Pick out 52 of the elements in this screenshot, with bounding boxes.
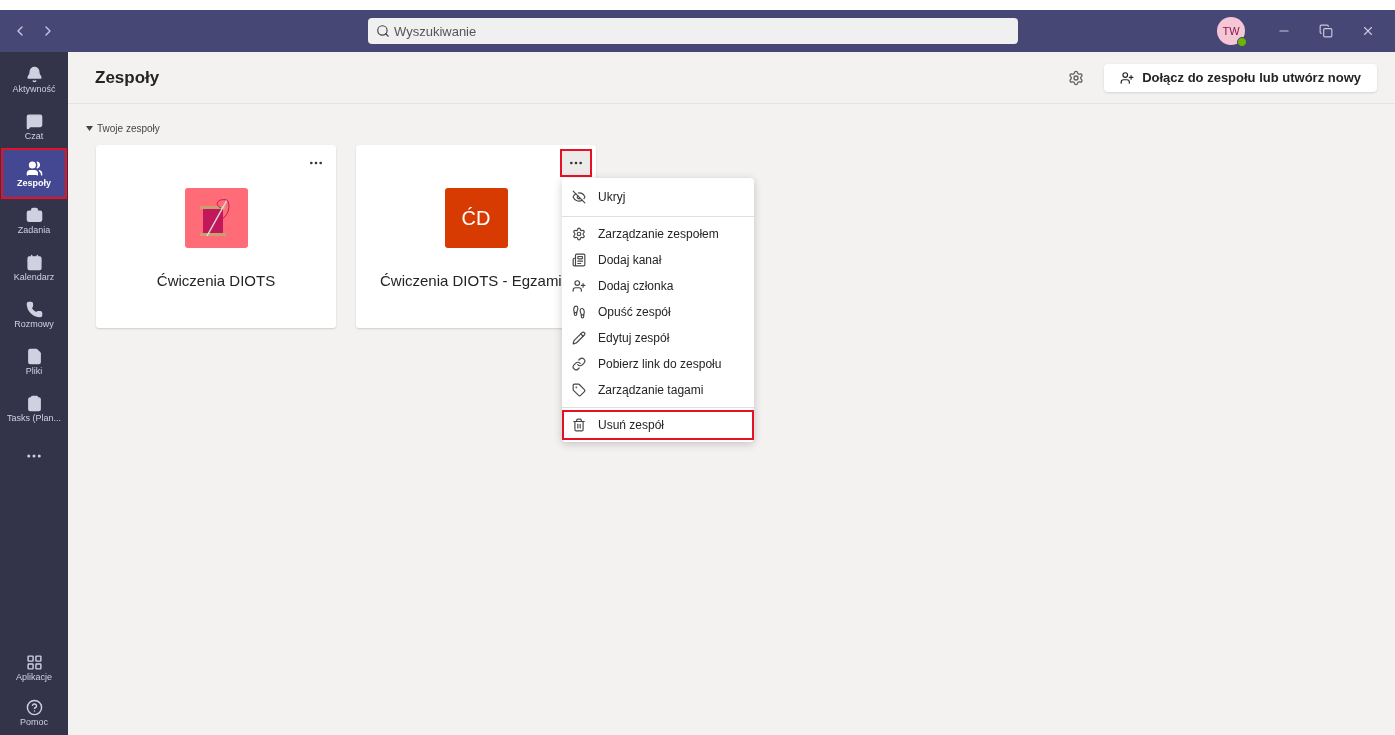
bell-icon [25,65,43,83]
restore-icon[interactable] [1319,24,1333,38]
phone-icon [25,300,43,318]
file-icon [25,347,43,365]
add-person-icon [572,279,586,293]
chat-icon [25,112,43,130]
channel-icon [572,253,586,267]
tag-icon [572,383,586,397]
menu-item[interactable]: Dodaj członka [564,273,752,299]
search-field[interactable]: Wyszukiwanie [368,18,1018,44]
caret-icon[interactable] [86,126,93,131]
sidebar-item[interactable]: Zadania [3,197,65,244]
join-team-button[interactable]: Dołącz do zespołu lub utwórz nowy [1104,63,1377,92]
link-icon [572,357,586,371]
team-name: Ćwiczenia DIOTS [156,271,276,291]
menu-item[interactable]: Usuń zespół [564,412,752,438]
team-card[interactable]: Ćwiczenia DIOTS [96,145,336,328]
search-icon [376,24,390,38]
eye-slash-icon [572,190,586,204]
trash-icon [572,418,586,432]
menu-item[interactable]: Zarządzanie zespołem [564,221,752,247]
add-people-icon [1120,70,1135,85]
menu-item[interactable]: Opuść zespół [564,299,752,325]
calendar-icon [25,253,43,271]
sidebar-item[interactable]: Pomoc [0,690,68,735]
sidebar-item[interactable]: Czat [3,103,65,150]
apps-icon [25,653,43,671]
sidebar-item[interactable]: Zespoły [3,150,65,197]
menu-item[interactable]: Edytuj zespół [564,325,752,351]
section-label: Twoje zespoły [97,122,160,136]
people-icon [25,159,43,177]
avatar[interactable]: TW [1217,17,1245,45]
team-name: Ćwiczenia DIOTS - Egzami [379,271,562,291]
more-options-button[interactable] [562,151,590,175]
team-initials-tile: ĆD [444,188,508,248]
sidebar-item[interactable]: Aplikacje [0,645,68,690]
sidebar-item[interactable]: Rozmowy [3,291,65,338]
sidebar-item[interactable]: Tasks (Plan... [3,385,65,432]
settings-icon [572,227,586,241]
menu-item[interactable]: Zarządzanie tagami [564,377,752,403]
menu-item[interactable]: Dodaj kanał [564,247,752,273]
help-icon [25,698,43,716]
pencil-icon [572,331,586,345]
sidebar-item[interactable]: Aktywność [3,56,65,103]
bag-icon [25,206,43,224]
menu-item[interactable]: Ukryj [564,182,752,212]
menu-item[interactable]: Pobierz link do zespołu [564,351,752,377]
sidebar-item[interactable]: Kalendarz [3,244,65,291]
page-title: Zespoły [95,66,160,89]
settings-icon[interactable] [1068,69,1085,86]
close-icon[interactable] [1361,24,1375,38]
sidebar-item[interactable]: Pliki [3,338,65,385]
